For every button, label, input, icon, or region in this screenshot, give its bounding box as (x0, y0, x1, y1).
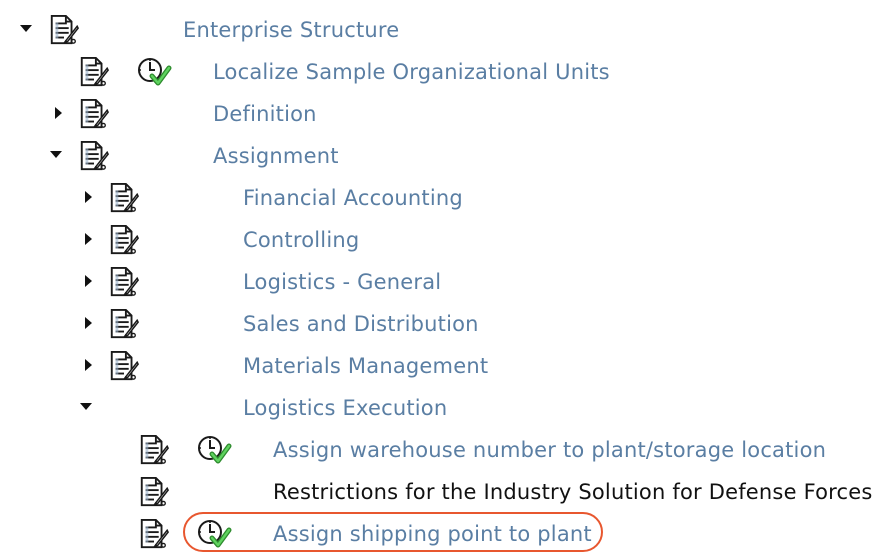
tree-node-assign-warehouse-number[interactable]: Assign warehouse number to plant/storage… (0, 429, 882, 471)
tree-node-label[interactable]: Logistics Execution (243, 387, 447, 429)
document-pen-icon[interactable] (48, 13, 80, 47)
document-pen-icon[interactable] (138, 433, 170, 467)
triangle-right-icon[interactable] (82, 233, 94, 245)
triangle-right-icon[interactable] (82, 275, 94, 287)
tree-node-label: Restrictions for the Industry Solution f… (273, 480, 873, 504)
tree-node-controlling[interactable]: Controlling (0, 219, 882, 261)
tree-node-materials-management[interactable]: Materials Management (0, 345, 882, 387)
tree-node-label[interactable]: Enterprise Structure (183, 9, 399, 51)
document-pen-icon[interactable] (108, 223, 140, 257)
tree-node-assign-shipping-point[interactable]: Assign shipping point to plant (0, 513, 882, 555)
tree-node-logistics-execution[interactable]: Logistics Execution (0, 387, 882, 429)
tree-node-assignment[interactable]: Assignment (0, 135, 882, 177)
document-pen-icon[interactable] (138, 517, 170, 551)
tree-node-label[interactable]: Materials Management (243, 345, 488, 387)
clock-check-icon[interactable] (196, 434, 232, 466)
document-pen-icon[interactable] (108, 181, 140, 215)
tree-node-label[interactable]: Localize Sample Organizational Units (213, 51, 610, 93)
tree-node-label[interactable]: Assignment (213, 135, 339, 177)
clock-check-icon[interactable] (196, 518, 232, 550)
tree-node-label[interactable]: Controlling (243, 219, 359, 261)
triangle-down-icon[interactable] (80, 401, 92, 413)
document-pen-icon[interactable] (138, 475, 170, 509)
tree-node-label[interactable]: Assign warehouse number to plant/storage… (273, 429, 826, 471)
document-pen-icon[interactable] (108, 307, 140, 341)
tree-node-definition[interactable]: Definition (0, 93, 882, 135)
triangle-right-icon[interactable] (82, 317, 94, 329)
document-pen-icon[interactable] (78, 55, 110, 89)
tree-node-financial-accounting[interactable]: Financial Accounting (0, 177, 882, 219)
tree-node-label[interactable]: Logistics - General (243, 261, 441, 303)
triangle-right-icon[interactable] (82, 359, 94, 371)
document-pen-icon[interactable] (108, 265, 140, 299)
document-pen-icon[interactable] (108, 349, 140, 383)
clock-check-icon[interactable] (136, 56, 172, 88)
tree-node-sales-and-distribution[interactable]: Sales and Distribution (0, 303, 882, 345)
tree-node-logistics-general[interactable]: Logistics - General (0, 261, 882, 303)
triangle-down-icon[interactable] (20, 23, 32, 35)
document-pen-icon[interactable] (78, 97, 110, 131)
triangle-right-icon[interactable] (82, 191, 94, 203)
tree-node-restrictions-defense-forces[interactable]: Restrictions for the Industry Solution f… (0, 471, 882, 513)
tree-node-label[interactable]: Financial Accounting (243, 177, 463, 219)
tree-node-localize-sample-org-units[interactable]: Localize Sample Organizational Units (0, 51, 882, 93)
triangle-right-icon[interactable] (52, 107, 64, 119)
triangle-down-icon[interactable] (50, 149, 62, 161)
tree-node-enterprise-structure[interactable]: Enterprise Structure (0, 9, 882, 51)
tree-node-label[interactable]: Sales and Distribution (243, 303, 479, 345)
document-pen-icon[interactable] (78, 139, 110, 173)
tree-node-label[interactable]: Definition (213, 93, 317, 135)
tree-node-label[interactable]: Assign shipping point to plant (273, 513, 592, 555)
